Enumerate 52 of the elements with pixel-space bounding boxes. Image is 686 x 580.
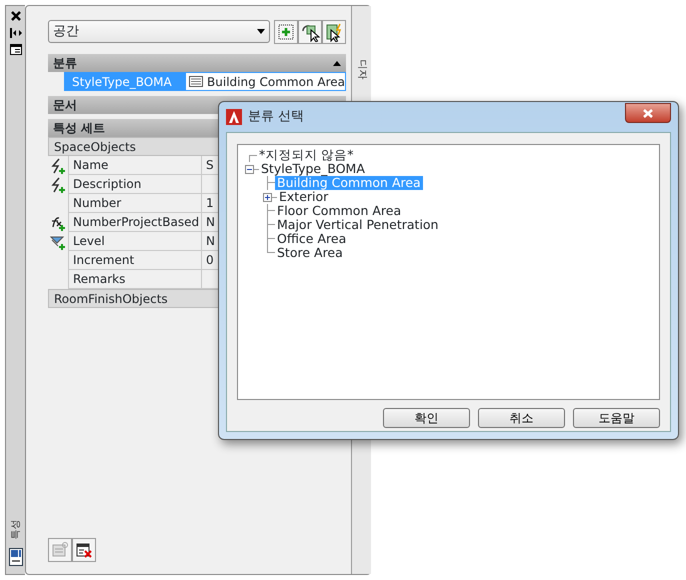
list-icon	[189, 76, 204, 87]
close-icon	[643, 108, 653, 118]
tree-item[interactable]: Office Area	[275, 232, 348, 246]
property-value: S	[206, 157, 214, 174]
property-value: 1	[206, 195, 214, 212]
property-value: N	[206, 214, 215, 231]
property-label[interactable]: Number	[68, 194, 202, 213]
tree-item[interactable]: Store Area	[275, 246, 345, 260]
dialog-button[interactable]: 확인	[383, 408, 470, 428]
tree-line	[254, 168, 259, 170]
dropdown-arrow-icon	[257, 29, 265, 34]
close-button[interactable]	[625, 103, 671, 123]
property-label[interactable]: Increment	[68, 251, 202, 270]
auto-hide-icon[interactable]	[10, 28, 22, 38]
lightning-plus-icon	[50, 176, 66, 192]
panel-icon[interactable]	[8, 548, 22, 566]
expand-icon[interactable]	[263, 192, 272, 202]
value-field[interactable]: Building Common Area	[185, 72, 346, 91]
close-icon[interactable]	[10, 10, 22, 22]
lightning-plus-icon	[50, 158, 66, 174]
tree-line	[267, 176, 275, 190]
add-button[interactable]	[274, 20, 298, 44]
properties-icon[interactable]	[10, 44, 22, 55]
section-header[interactable]: 분류	[48, 54, 346, 72]
location-plus-icon	[50, 234, 66, 250]
property-label[interactable]: Name	[68, 156, 202, 175]
add-icon	[276, 22, 296, 42]
select-cursor-button[interactable]	[298, 20, 322, 44]
property-value: N	[206, 233, 215, 250]
style-dropdown[interactable]: 공간	[48, 20, 270, 43]
app-logo-icon	[226, 109, 242, 125]
remove-property-set-button[interactable]	[72, 538, 96, 562]
select-cursor-icon	[300, 22, 320, 42]
select-lightning-button[interactable]	[322, 20, 346, 44]
tree-item[interactable]: StyleType_BOMA	[259, 162, 367, 176]
tree-item[interactable]: Major Vertical Penetration	[275, 218, 440, 232]
dialog-button[interactable]: 취소	[478, 408, 565, 428]
property-value: 0	[206, 252, 214, 269]
property-label[interactable]: Level	[68, 232, 202, 251]
tree-item[interactable]: Floor Common Area	[275, 204, 404, 218]
tree-line	[249, 155, 257, 162]
tree-line	[272, 196, 277, 198]
property-label[interactable]: Description	[68, 175, 202, 194]
tab-label[interactable]: 특성	[8, 519, 23, 539]
formula-icon	[50, 214, 66, 230]
select-lightning-icon	[324, 22, 344, 42]
dialog-button[interactable]: 도움말	[573, 408, 660, 428]
tree-item[interactable]: Exterior	[277, 190, 330, 204]
collapse-icon[interactable]	[245, 164, 254, 174]
tab-label[interactable]: 디자	[354, 59, 370, 79]
property-label[interactable]: NumberProjectBased	[68, 213, 202, 232]
collapse-icon[interactable]	[333, 60, 341, 66]
